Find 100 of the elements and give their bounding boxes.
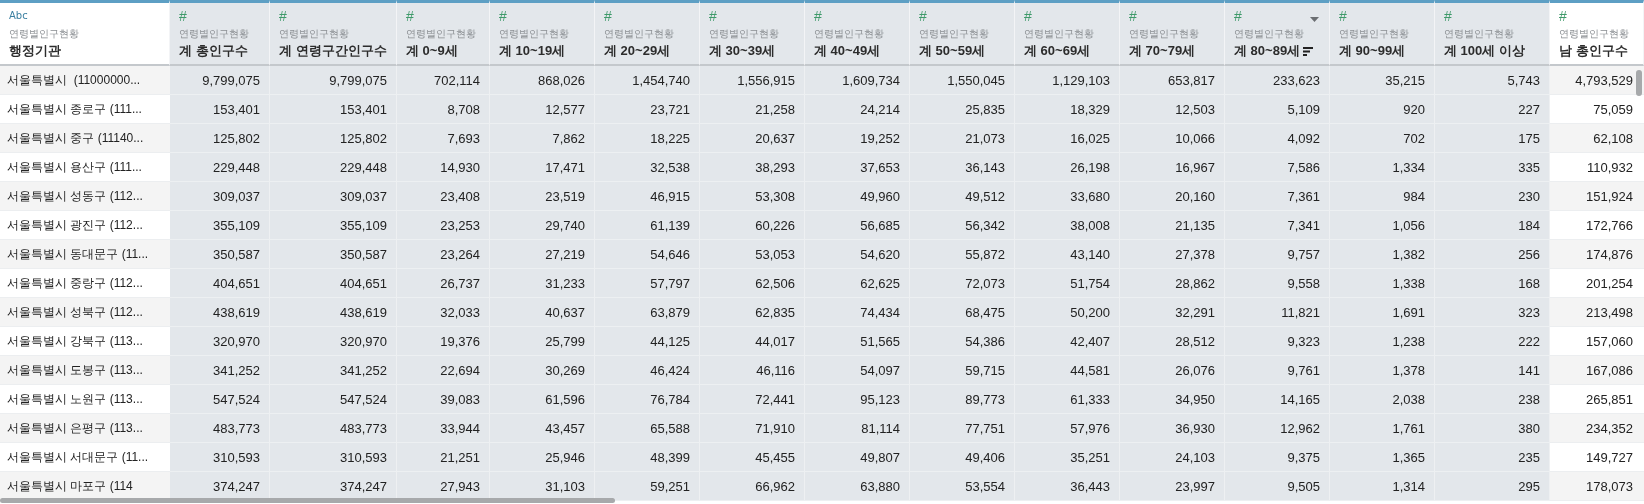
table-cell: 174,876 bbox=[1550, 240, 1644, 269]
table-cell: 59,715 bbox=[910, 356, 1015, 385]
table-cell: 1,382 bbox=[1330, 240, 1435, 269]
table-cell: 12,503 bbox=[1120, 95, 1225, 124]
table-cell: 51,754 bbox=[1015, 269, 1120, 298]
column-header[interactable]: # 연령별인구현황 계 0~9세 bbox=[397, 0, 490, 66]
horizontal-scrollbar[interactable] bbox=[0, 498, 615, 503]
table-cell: 38,293 bbox=[700, 153, 805, 182]
table-cell: 95,123 bbox=[805, 385, 910, 414]
column-header[interactable]: # 연령별인구현황 계 100세 이상 bbox=[1435, 0, 1550, 66]
table-cell: 60,226 bbox=[700, 211, 805, 240]
data-type-indicator: # bbox=[499, 8, 507, 26]
sort-icon[interactable] bbox=[1303, 47, 1313, 56]
table-cell: 56,685 bbox=[805, 211, 910, 240]
table-cell: 19,252 bbox=[805, 124, 910, 153]
table-cell: 23,253 bbox=[397, 211, 490, 240]
column-header[interactable]: # 연령별인구현황 계 80~89세 bbox=[1225, 0, 1330, 66]
table-cell: 125,802 bbox=[170, 124, 270, 153]
table-cell: 46,915 bbox=[595, 182, 700, 211]
table-cell: 76,784 bbox=[595, 385, 700, 414]
column-header[interactable]: # 연령별인구현황 계 40~49세 bbox=[805, 0, 910, 66]
table-cell: 57,797 bbox=[595, 269, 700, 298]
data-type-indicator: # bbox=[604, 8, 612, 26]
table-cell: 32,033 bbox=[397, 298, 490, 327]
table-cell: 256 bbox=[1435, 240, 1550, 269]
data-type-indicator: # bbox=[1444, 8, 1452, 26]
table-cell: 320,970 bbox=[170, 327, 270, 356]
column-title: 계 60~69세 bbox=[1024, 42, 1091, 60]
table-cell: 547,524 bbox=[270, 385, 397, 414]
column-source: 연령별인구현황 bbox=[814, 28, 884, 40]
table-cell: 702 bbox=[1330, 124, 1435, 153]
table-cell: 68,475 bbox=[910, 298, 1015, 327]
table-cell: 23,519 bbox=[490, 182, 595, 211]
table-cell: 43,140 bbox=[1015, 240, 1120, 269]
table-cell: 7,862 bbox=[490, 124, 595, 153]
column-header[interactable]: # 연령별인구현황 계 70~79세 bbox=[1120, 0, 1225, 66]
table-cell: 23,997 bbox=[1120, 472, 1225, 501]
data-type-indicator: # bbox=[709, 8, 717, 26]
table-cell: 4,793,529 bbox=[1550, 66, 1644, 95]
table-cell: 32,291 bbox=[1120, 298, 1225, 327]
table-cell: 31,233 bbox=[490, 269, 595, 298]
column-header[interactable]: # 연령별인구현황 계 50~59세 bbox=[910, 0, 1015, 66]
table-cell: 5,109 bbox=[1225, 95, 1330, 124]
data-type-indicator: # bbox=[919, 8, 927, 26]
table-cell: 323 bbox=[1435, 298, 1550, 327]
table-cell: 1,314 bbox=[1330, 472, 1435, 501]
table-cell: 404,651 bbox=[270, 269, 397, 298]
vertical-scrollbar[interactable] bbox=[1636, 70, 1642, 96]
table-cell: 25,946 bbox=[490, 443, 595, 472]
column-header[interactable]: # 연령별인구현황 계 30~39세 bbox=[700, 0, 805, 66]
table-cell: 309,037 bbox=[270, 182, 397, 211]
column-source: 연령별인구현황 bbox=[1024, 28, 1094, 40]
table-cell: 380 bbox=[1435, 414, 1550, 443]
table-cell: 22,694 bbox=[397, 356, 490, 385]
column-header[interactable]: # 연령별인구현황 계 총인구수 bbox=[170, 0, 270, 66]
table-cell: 21,073 bbox=[910, 124, 1015, 153]
column-source: 연령별인구현황 bbox=[279, 28, 349, 40]
table-cell: 167,086 bbox=[1550, 356, 1644, 385]
column-header[interactable]: # 연령별인구현황 계 20~29세 bbox=[595, 0, 700, 66]
data-type-indicator: # bbox=[1129, 8, 1137, 26]
table-cell: 310,593 bbox=[270, 443, 397, 472]
data-type-indicator: # bbox=[406, 8, 414, 26]
column-header[interactable]: # 연령별인구현황 계 연령구간인구수 bbox=[270, 0, 397, 66]
column-title: 계 80~89세 bbox=[1234, 42, 1301, 60]
table-cell: 49,807 bbox=[805, 443, 910, 472]
table-cell: 309,037 bbox=[170, 182, 270, 211]
table-cell: 42,407 bbox=[1015, 327, 1120, 356]
column-source: 연령별인구현황 bbox=[709, 28, 779, 40]
column-header[interactable]: # 연령별인구현황 남 총인구수 bbox=[1550, 0, 1644, 66]
table-cell: 49,406 bbox=[910, 443, 1015, 472]
table-cell: 320,970 bbox=[270, 327, 397, 356]
column-title: 계 30~39세 bbox=[709, 42, 776, 60]
table-cell: 51,565 bbox=[805, 327, 910, 356]
table-cell: 1,334 bbox=[1330, 153, 1435, 182]
column-header[interactable]: Abc 연령별인구현황 행정기관 bbox=[0, 0, 170, 66]
table-cell: 46,116 bbox=[700, 356, 805, 385]
table-cell: 9,375 bbox=[1225, 443, 1330, 472]
table-cell: 33,680 bbox=[1015, 182, 1120, 211]
table-cell: 26,198 bbox=[1015, 153, 1120, 182]
table-cell: 2,038 bbox=[1330, 385, 1435, 414]
table-cell: 350,587 bbox=[170, 240, 270, 269]
caret-icon[interactable] bbox=[1310, 17, 1319, 22]
table-cell: 17,471 bbox=[490, 153, 595, 182]
table-cell: 7,693 bbox=[397, 124, 490, 153]
table-cell: 23,721 bbox=[595, 95, 700, 124]
data-type-indicator: # bbox=[279, 8, 287, 26]
table-cell: 7,586 bbox=[1225, 153, 1330, 182]
table-cell: 26,076 bbox=[1120, 356, 1225, 385]
table-cell: 483,773 bbox=[270, 414, 397, 443]
table-cell: 229,448 bbox=[270, 153, 397, 182]
table-cell: 54,386 bbox=[910, 327, 1015, 356]
table-cell: 11,821 bbox=[1225, 298, 1330, 327]
column-header[interactable]: # 연령별인구현황 계 60~69세 bbox=[1015, 0, 1120, 66]
table-cell: 20,637 bbox=[700, 124, 805, 153]
table-cell: 168 bbox=[1435, 269, 1550, 298]
table-cell: 59,251 bbox=[595, 472, 700, 501]
column-header[interactable]: # 연령별인구현황 계 10~19세 bbox=[490, 0, 595, 66]
table-cell: 55,872 bbox=[910, 240, 1015, 269]
column-header[interactable]: # 연령별인구현황 계 90~99세 bbox=[1330, 0, 1435, 66]
table-cell: 44,581 bbox=[1015, 356, 1120, 385]
